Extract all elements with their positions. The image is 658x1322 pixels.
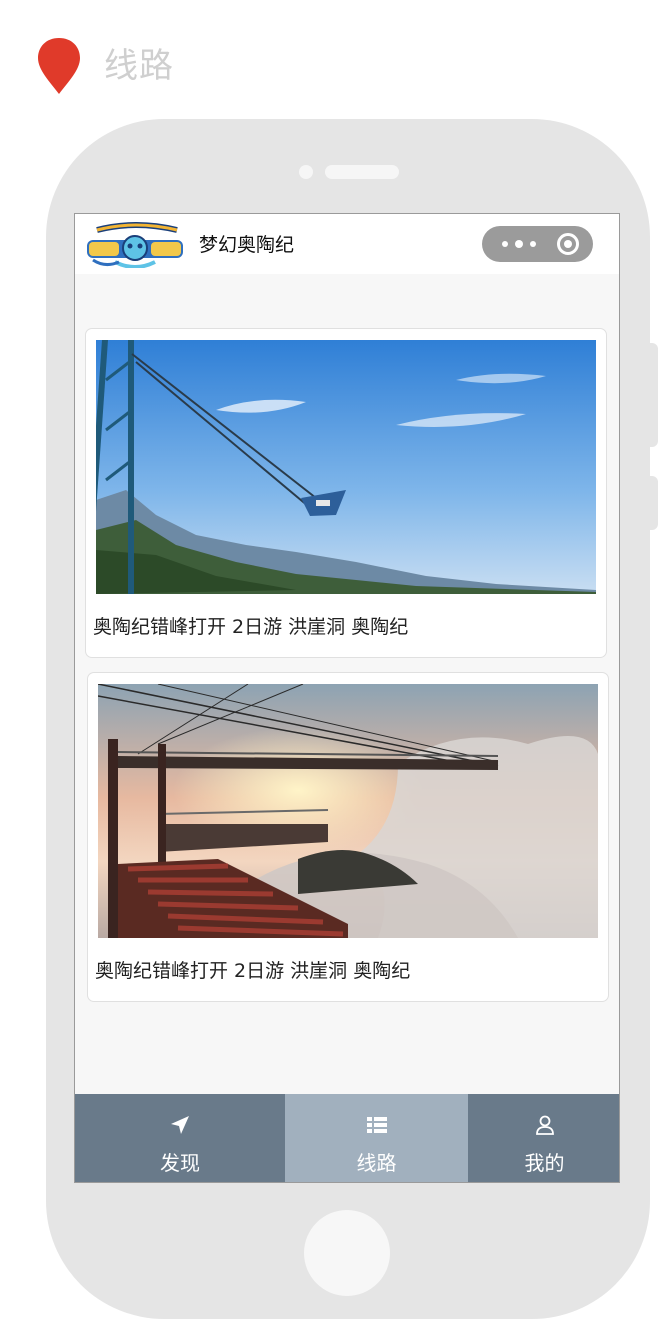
phone-screen: 梦幻奥陶纪 奥陶纪错峰打开 2日游 洪崖洞 奥陶纪 奥陶纪错峰打开 2日游 洪崖… — [74, 213, 620, 1183]
tab-label: 我的 — [524, 1151, 565, 1175]
close-miniprogram-icon[interactable] — [557, 233, 579, 255]
location-arrow-icon — [171, 1116, 189, 1134]
mini-program-navbar: 梦幻奥陶纪 — [75, 214, 619, 274]
tab-label: 发现 — [160, 1151, 200, 1175]
user-icon — [535, 1115, 554, 1135]
home-button[interactable] — [304, 1210, 390, 1296]
mini-program-title: 梦幻奥陶纪 — [199, 234, 295, 256]
location-pin-icon — [38, 38, 80, 94]
earpiece-speaker — [325, 165, 399, 179]
page-title: 线路 — [104, 46, 174, 86]
tab-bar: 发现 线路 我的 — [75, 1094, 619, 1182]
tab-discover[interactable]: 发现 — [75, 1094, 285, 1182]
front-camera — [299, 165, 313, 179]
tab-mine[interactable]: 我的 — [468, 1094, 619, 1182]
route-card[interactable]: 奥陶纪错峰打开 2日游 洪崖洞 奥陶纪 — [85, 328, 607, 658]
tab-label: 线路 — [356, 1151, 397, 1175]
dream-ordovician-logo — [87, 222, 183, 268]
tab-routes[interactable]: 线路 — [285, 1094, 468, 1182]
route-caption: 奥陶纪错峰打开 2日游 洪崖洞 奥陶纪 — [93, 616, 409, 638]
capsule-menu[interactable] — [482, 226, 593, 262]
route-caption: 奥陶纪错峰打开 2日游 洪崖洞 奥陶纪 — [95, 960, 411, 982]
route-photo-skywalk — [98, 684, 598, 938]
more-icon[interactable] — [500, 237, 540, 251]
route-photo-swing — [96, 340, 596, 594]
route-card[interactable]: 奥陶纪错峰打开 2日游 洪崖洞 奥陶纪 — [87, 672, 609, 1002]
volume-button — [650, 343, 658, 447]
power-button — [650, 476, 658, 530]
list-icon — [366, 1117, 387, 1133]
